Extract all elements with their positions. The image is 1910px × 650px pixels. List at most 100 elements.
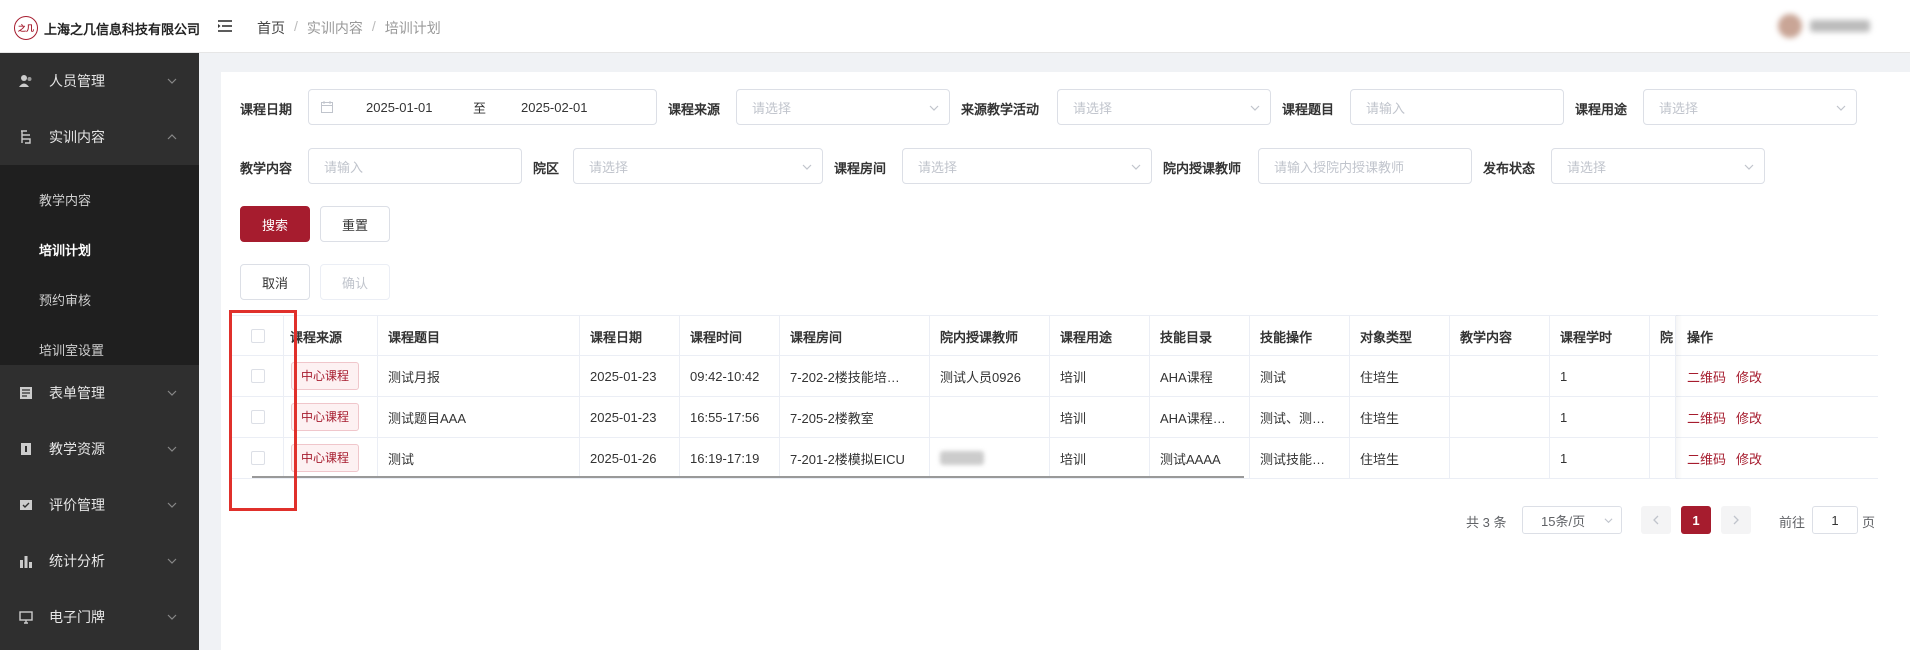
chevron-down-icon — [167, 558, 177, 564]
input-placeholder: 请输入 — [1366, 100, 1406, 116]
cell-teacher — [930, 397, 1050, 437]
edit-link[interactable]: 修改 — [1736, 449, 1762, 468]
cell-topic: 测试题目AAA — [378, 397, 580, 437]
cell-content — [1450, 438, 1550, 478]
select-placeholder: 请选择 — [918, 159, 958, 175]
breadcrumb-training-content[interactable]: 实训内容 — [307, 18, 363, 38]
teacher-name-blurred — [940, 451, 984, 465]
qr-code-link[interactable]: 二维码 — [1687, 367, 1726, 386]
prev-page-button[interactable] — [1641, 506, 1671, 534]
qr-code-link[interactable]: 二维码 — [1687, 449, 1726, 468]
sidebar-item-statistics[interactable]: 统计分析 — [0, 533, 199, 589]
page-size-select[interactable]: 15条/页 — [1522, 506, 1622, 534]
course-date-range[interactable]: 2025-01-01 至 2025-02-01 — [308, 89, 657, 125]
edit-link[interactable]: 修改 — [1736, 367, 1762, 386]
chevron-left-icon — [1653, 515, 1659, 525]
publish-status-select[interactable]: 请选择 — [1551, 148, 1765, 184]
menu-collapse-icon[interactable] — [216, 17, 234, 35]
col-header-actions: 操作 — [1687, 329, 1714, 345]
sidebar-subitem-room-settings[interactable]: 培训室设置 — [39, 340, 104, 359]
cell-time: 09:42-10:42 — [680, 356, 780, 396]
course-topic-label: 课程题目 — [1282, 102, 1335, 117]
teaching-content-input[interactable]: 请输入 — [308, 148, 522, 184]
chevron-up-icon — [167, 134, 177, 140]
source-activity-select[interactable]: 请选择 — [1057, 89, 1271, 125]
cell-date: 2025-01-23 — [580, 356, 680, 396]
date-start-value[interactable]: 2025-01-01 — [366, 100, 433, 115]
edit-link[interactable]: 修改 — [1736, 408, 1762, 427]
highlight-annotation-box — [229, 310, 297, 511]
sidebar-item-resources[interactable]: 教学资源 — [0, 421, 199, 477]
select-placeholder: 请选择 — [1567, 159, 1607, 175]
pagination-total: 共 3 条 — [1466, 515, 1507, 530]
sidebar-item-evaluation[interactable]: 评价管理 — [0, 477, 199, 533]
select-placeholder: 请选择 — [589, 159, 629, 175]
select-placeholder: 请选择 — [1659, 100, 1699, 116]
cell-target: 住培生 — [1350, 397, 1450, 437]
cancel-button[interactable]: 取消 — [240, 264, 310, 300]
cell-source: 中心课程 — [284, 356, 378, 396]
campus-select[interactable]: 请选择 — [573, 148, 823, 184]
page-size-value: 15条/页 — [1541, 513, 1586, 529]
sidebar-subitem-training-plan[interactable]: 培训计划 — [39, 240, 91, 259]
sidebar-item-forms[interactable]: 表单管理 — [0, 365, 199, 421]
user-menu[interactable] — [1778, 14, 1870, 38]
qr-code-link[interactable]: 二维码 — [1687, 408, 1726, 427]
reset-button[interactable]: 重置 — [320, 206, 390, 242]
course-source-select[interactable]: 请选择 — [736, 89, 950, 125]
col-header-campus: 院 — [1650, 316, 1676, 356]
date-end-value[interactable]: 2025-02-01 — [521, 100, 588, 115]
logo-icon: 之几 — [14, 16, 38, 40]
search-button[interactable]: 搜索 — [240, 206, 310, 242]
select-placeholder: 请选择 — [1073, 100, 1113, 116]
company-name: 上海之几信息科技有限公司 — [44, 21, 201, 37]
training-plan-table: 课程来源 课程题目 课程日期 课程时间 课程房间 院内授课教师 课程用途 技能目… — [232, 315, 1878, 479]
form-icon — [20, 387, 32, 399]
course-usage-label: 课程用途 — [1575, 102, 1628, 117]
cell-skill-op: 测试技能… — [1250, 438, 1350, 478]
sidebar-item-label: 实训内容 — [49, 129, 105, 145]
next-page-button[interactable] — [1721, 506, 1751, 534]
breadcrumb-home[interactable]: 首页 — [257, 18, 285, 38]
content-icon — [21, 130, 31, 144]
horizontal-scrollbar[interactable] — [252, 476, 1244, 478]
sidebar-item-label: 人员管理 — [49, 73, 105, 89]
sidebar-submenu: 教学内容 培训计划 预约审核 培训室设置 — [0, 165, 199, 365]
avatar — [1778, 14, 1802, 38]
sidebar-subitem-teaching-content[interactable]: 教学内容 — [39, 190, 91, 209]
page-number-current[interactable]: 1 — [1681, 506, 1711, 534]
col-header-room: 课程房间 — [780, 316, 930, 356]
company-logo[interactable]: 之几 上海之几信息科技有限公司 — [14, 16, 200, 40]
cell-teacher — [930, 438, 1050, 478]
cell-hours: 1 — [1550, 356, 1650, 396]
course-topic-input[interactable]: 请输入 — [1350, 89, 1564, 125]
input-placeholder: 请输入 — [324, 159, 364, 175]
confirm-button[interactable]: 确认 — [320, 264, 390, 300]
sidebar-item-users[interactable]: 人员管理 — [0, 53, 199, 109]
course-usage-select[interactable]: 请选择 — [1643, 89, 1857, 125]
course-date-label: 课程日期 — [240, 102, 293, 117]
teacher-input[interactable]: 请输入授院内授课教师 — [1258, 148, 1472, 184]
select-placeholder: 请选择 — [752, 100, 792, 116]
cell-room: 7-202-2楼技能培… — [780, 356, 930, 396]
bar-chart-icon — [20, 556, 32, 568]
sidebar-item-training-content[interactable]: 实训内容 — [0, 109, 199, 165]
sidebar-item-e-doorplate[interactable]: 电子门牌 — [0, 589, 199, 645]
goto-suffix: 页 — [1862, 515, 1876, 530]
chevron-down-icon — [1250, 105, 1260, 111]
cell-time: 16:55-17:56 — [680, 397, 780, 437]
cell-usage: 培训 — [1050, 397, 1150, 437]
teacher-label: 院内授课教师 — [1163, 161, 1242, 176]
chevron-down-icon — [167, 390, 177, 396]
cell-date: 2025-01-26 — [580, 438, 680, 478]
calendar-icon — [321, 101, 333, 113]
course-room-select[interactable]: 请选择 — [902, 148, 1152, 184]
cell-date: 2025-01-23 — [580, 397, 680, 437]
sidebar: 人员管理 实训内容 教学内容 培训计划 预约审核 培训室设置 表单管理 教学资源… — [0, 53, 199, 650]
cell-source: 中心课程 — [284, 438, 378, 478]
sidebar-subitem-booking-review[interactable]: 预约审核 — [39, 290, 91, 309]
goto-page-input[interactable]: 1 — [1812, 506, 1858, 534]
cell-skill-op: 测试、测… — [1250, 397, 1350, 437]
date-separator: 至 — [473, 100, 487, 116]
cell-actions: 二维码 修改 — [1676, 438, 1878, 478]
